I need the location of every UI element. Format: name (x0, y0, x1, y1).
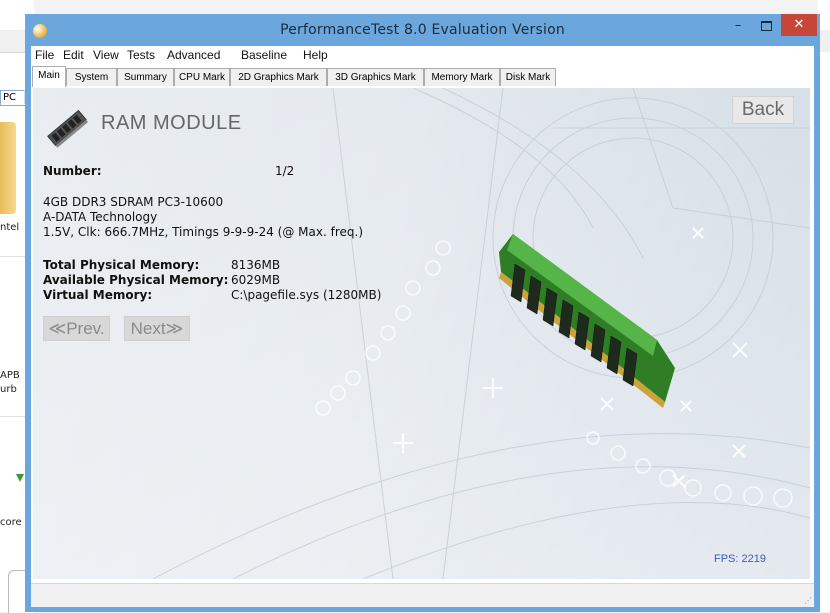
menu-file[interactable]: File (35, 48, 54, 62)
back-button[interactable]: Back (732, 96, 794, 124)
virtual-memory-label: Virtual Memory: (43, 288, 153, 302)
tab-strip: Main System Summary CPU Mark 2D Graphics… (31, 65, 814, 88)
status-bar: ⋰ (31, 583, 814, 607)
fps-counter: FPS: 2219 (714, 553, 766, 565)
total-memory-label: Total Physical Memory: (43, 258, 200, 272)
tab-3d-graphics-mark[interactable]: 3D Graphics Mark (327, 68, 424, 86)
tab-disk-mark[interactable]: Disk Mark (500, 68, 556, 86)
module-manufacturer: A-DATA Technology (43, 210, 158, 224)
ram-module-image (499, 234, 675, 408)
menu-help[interactable]: Help (303, 48, 328, 62)
folder-icon[interactable] (0, 122, 16, 214)
maximize-icon (760, 21, 772, 31)
performancetest-window: PerformanceTest 8.0 Evaluation Version –… (25, 14, 820, 612)
module-description: 4GB DDR3 SDRAM PC3-10600 (43, 195, 224, 209)
maximize-button[interactable] (753, 16, 779, 36)
background-item-label: core (0, 517, 22, 528)
ram-module-panel: RAM MODULE Back Number: 1/2 4GB DDR3 SDR… (33, 88, 810, 579)
tab-summary[interactable]: Summary (117, 68, 174, 86)
available-memory-value: 6029MB (231, 273, 281, 287)
number-value: 1/2 (275, 164, 295, 178)
window-title: PerformanceTest 8.0 Evaluation Version (280, 22, 565, 38)
number-label: Number: (43, 164, 102, 178)
tab-system[interactable]: System (66, 68, 117, 86)
arrow-icon (16, 474, 24, 482)
module-timings: 1.5V, Clk: 666.7MHz, Timings 9-9-9-24 (@… (43, 225, 364, 239)
total-memory-value: 8136MB (231, 258, 281, 272)
menu-edit[interactable]: Edit (63, 48, 84, 62)
title-bar[interactable]: PerformanceTest 8.0 Evaluation Version –… (25, 14, 820, 46)
virtual-memory-value: C:\pagefile.sys (1280MB) (231, 288, 382, 302)
menu-tests[interactable]: Tests (127, 48, 155, 62)
tab-main[interactable]: Main (32, 66, 66, 87)
minimize-button[interactable]: – (725, 16, 751, 36)
client-area: RAM MODULE Back Number: 1/2 4GB DDR3 SDR… (31, 88, 814, 583)
available-memory-label: Available Physical Memory: (43, 273, 229, 287)
background-item-label: urb (0, 384, 17, 395)
menu-view[interactable]: View (93, 48, 119, 62)
background-pc-field[interactable]: PC (0, 90, 26, 106)
background-item-label: APB (0, 370, 20, 381)
next-button[interactable]: Next≫ (124, 316, 190, 341)
tab-2d-graphics-mark[interactable]: 2D Graphics Mark (230, 68, 327, 86)
menu-advanced[interactable]: Advanced (167, 48, 220, 62)
close-button[interactable]: ✕ (781, 14, 817, 36)
ram-chip-icon (47, 109, 89, 148)
panel-heading: RAM MODULE (101, 112, 242, 134)
tab-cpu-mark[interactable]: CPU Mark (174, 68, 230, 86)
menu-baseline[interactable]: Baseline (241, 48, 287, 62)
prev-button[interactable]: ≪Prev. (43, 316, 110, 341)
tab-memory-mark[interactable]: Memory Mark (424, 68, 500, 86)
background-item-label: ntel (0, 222, 20, 233)
resize-grip-icon[interactable]: ⋰ (804, 596, 812, 605)
menu-bar: File Edit View Tests Advanced Baseline H… (31, 46, 814, 65)
